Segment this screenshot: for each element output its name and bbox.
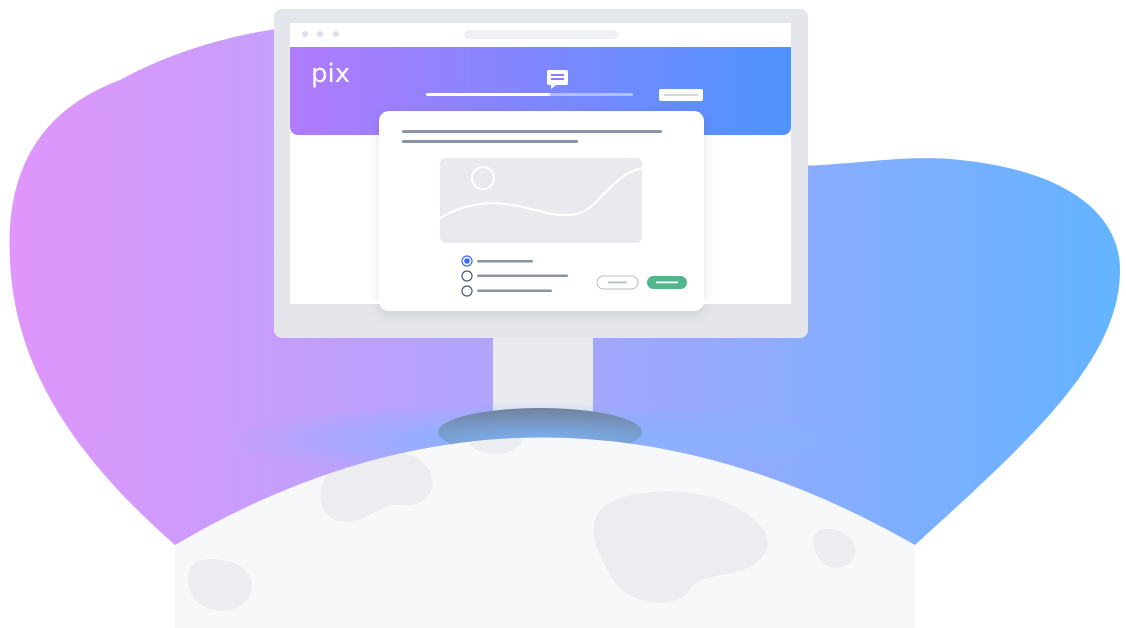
progress-bar — [426, 93, 633, 96]
illustration: pix — [0, 0, 1126, 628]
question-text-line-1 — [402, 130, 662, 133]
option-label — [477, 260, 533, 263]
address-bar[interactable] — [464, 30, 618, 39]
skip-button[interactable] — [596, 275, 639, 290]
image-placeholder-icon — [439, 158, 643, 243]
option-label — [477, 274, 568, 277]
progress-fill — [426, 93, 551, 96]
scene-svg: pix — [9, 9, 1120, 628]
globe — [175, 402, 915, 628]
validate-button[interactable] — [647, 276, 687, 289]
pix-logo[interactable]: pix — [311, 59, 350, 89]
question-text-line-2 — [402, 140, 578, 143]
option-label — [477, 289, 552, 292]
